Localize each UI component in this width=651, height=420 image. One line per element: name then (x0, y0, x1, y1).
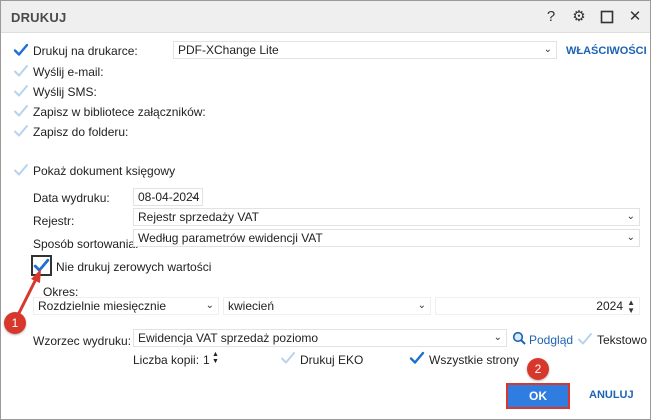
annotation-badge-1: 1 (4, 312, 26, 334)
template-select[interactable]: Ewidencja VAT sprzedaż poziomo ⌄ (133, 329, 507, 347)
properties-link[interactable]: WŁAŚCIWOŚCI (566, 45, 647, 57)
send-sms-checkbox[interactable] (13, 83, 29, 99)
save-folder-checkbox[interactable] (13, 123, 29, 139)
printer-select[interactable]: PDF-XChange Lite ⌄ (173, 41, 557, 59)
print-date-picker[interactable]: 08-04-2024 ⌄ (133, 188, 203, 206)
chevron-down-icon: ⌄ (626, 232, 635, 243)
chevron-down-icon: ⌄ (417, 300, 426, 311)
chevron-down-icon: ⌄ (543, 44, 552, 55)
preview-link[interactable]: Podgląd (529, 333, 573, 347)
copies-value[interactable]: 1 (203, 353, 210, 367)
register-value: Rejestr sprzedaży VAT (138, 210, 259, 224)
send-email-checkbox[interactable] (13, 63, 29, 79)
template-label: Wzorzec wydruku: (33, 334, 132, 348)
title-bar: DRUKUJ ? ⚙ ✕ (1, 1, 650, 33)
show-document-checkbox[interactable] (13, 162, 29, 178)
chevron-down-icon: ⌄ (205, 300, 214, 311)
print-dialog: DRUKUJ ? ⚙ ✕ Drukuj na drukarce: PDF-XCh… (0, 0, 651, 420)
send-email-label: Wyślij e-mail: (33, 65, 104, 79)
copies-stepper-icon[interactable]: ▲ ▼ (212, 351, 219, 365)
text-checkbox[interactable] (577, 331, 593, 347)
annotation-badge-2: 2 (527, 358, 549, 380)
help-icon[interactable]: ? (541, 7, 561, 27)
eko-label: Drukuj EKO (300, 353, 364, 367)
show-document-label: Pokaż dokument księgowy (33, 164, 176, 178)
template-value: Ewidencja VAT sprzedaż poziomo (138, 331, 319, 345)
printer-value: PDF-XChange Lite (178, 43, 279, 57)
all-pages-label: Wszystkie strony (429, 353, 520, 367)
print-on-printer-label: Drukuj na drukarce: (33, 44, 138, 58)
magnifier-icon[interactable] (512, 331, 526, 348)
period-type-select[interactable]: Rozdzielnie miesięcznie ⌄ (33, 297, 219, 315)
gear-icon[interactable]: ⚙ (569, 7, 589, 27)
cancel-button[interactable]: ANULUJ (589, 389, 634, 401)
sort-value: Według parametrów ewidencji VAT (138, 231, 323, 245)
maximize-icon[interactable] (597, 7, 617, 27)
period-month-select[interactable]: kwiecień ⌄ (223, 297, 431, 315)
send-sms-label: Wyślij SMS: (33, 85, 97, 99)
period-month-value: kwiecień (228, 299, 275, 313)
no-zero-label: Nie drukuj zerowych wartości (56, 260, 212, 274)
period-type-value: Rozdzielnie miesięcznie (38, 299, 167, 313)
print-date-label: Data wydruku: (33, 191, 110, 205)
copies-label: Liczba kopii: (133, 353, 200, 367)
period-year-stepper[interactable]: 2024 ▲ ▼ (435, 297, 640, 315)
sort-label: Sposób sortowania: (33, 237, 139, 251)
chevron-down-icon: ⌄ (493, 332, 502, 343)
chevron-down-icon: ⌄ (189, 191, 198, 202)
ok-button[interactable]: OK (506, 383, 570, 409)
close-icon[interactable]: ✕ (625, 7, 645, 27)
print-on-printer-checkbox[interactable] (13, 42, 29, 58)
save-attachments-checkbox[interactable] (13, 103, 29, 119)
all-pages-checkbox[interactable] (409, 350, 425, 366)
eko-checkbox[interactable] (280, 350, 296, 366)
save-attachments-label: Zapisz w bibliotece załączników: (33, 105, 206, 119)
dialog-title: DRUKUJ (11, 10, 67, 25)
period-year-value: 2024 (596, 299, 623, 313)
sort-select[interactable]: Według parametrów ewidencji VAT ⌄ (133, 229, 640, 247)
text-label: Tekstowo (597, 333, 648, 347)
register-select[interactable]: Rejestr sprzedaży VAT ⌄ (133, 208, 640, 226)
register-label: Rejestr: (33, 214, 75, 228)
stepper-arrows-icon[interactable]: ▲ ▼ (627, 299, 635, 315)
save-folder-label: Zapisz do folderu: (33, 125, 129, 139)
chevron-down-icon: ⌄ (626, 211, 635, 222)
